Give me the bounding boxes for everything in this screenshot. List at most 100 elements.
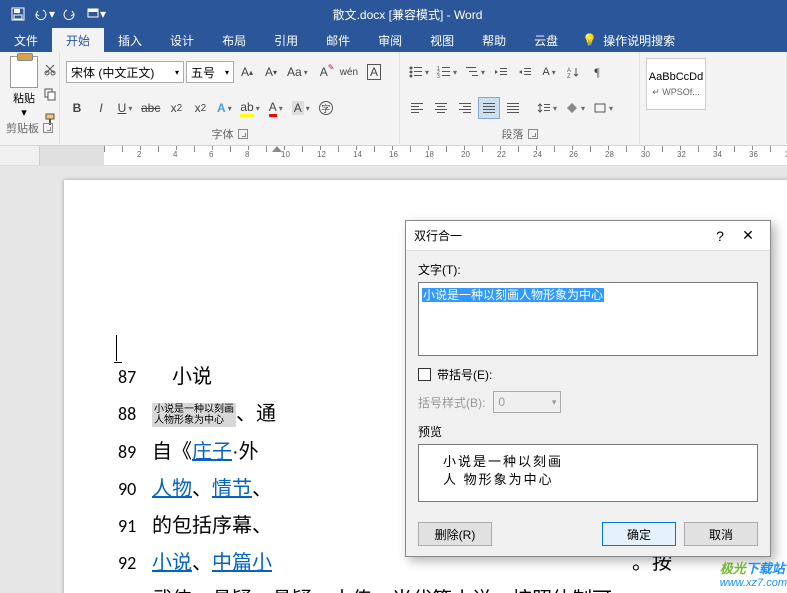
- multilevel-list-button[interactable]: ▾: [462, 61, 488, 83]
- increase-indent-button[interactable]: [514, 61, 536, 83]
- paragraph-launcher[interactable]: [528, 129, 538, 139]
- document-line[interactable]: 93武侠 悬疑 悬疑 古传 当代等小说 按照体制可: [118, 583, 764, 593]
- text-field-label: 文字(T):: [418, 261, 758, 278]
- bold-button[interactable]: B: [66, 97, 88, 119]
- grow-font-button[interactable]: A▴: [236, 61, 258, 83]
- numbering-button[interactable]: 123▾: [434, 61, 460, 83]
- clipboard-icon: [10, 56, 38, 88]
- undo-button[interactable]: ▾: [32, 2, 56, 26]
- tab-layout[interactable]: 布局: [208, 28, 260, 52]
- align-right-button[interactable]: [454, 97, 476, 119]
- ribbon: 粘贴 ▾ 剪贴板 宋体 (中文正文)▾ 五号▾ A▴ A▾ Aa▾ A✎ wén…: [0, 52, 787, 146]
- tab-file[interactable]: 文件: [0, 28, 52, 52]
- dialog-help-button[interactable]: ?: [706, 225, 734, 247]
- text-input[interactable]: 小说是一种以刻画人物形象为中心: [418, 282, 758, 356]
- cut-button[interactable]: [40, 58, 60, 80]
- show-marks-button[interactable]: ¶: [586, 61, 608, 83]
- qat-customize-button[interactable]: ▾: [84, 2, 108, 26]
- copy-button[interactable]: [40, 83, 60, 105]
- group-paragraph-label: 段落: [502, 126, 524, 142]
- cursor-position-marker: [116, 335, 117, 361]
- text-effects-button[interactable]: A▾: [213, 97, 235, 119]
- group-paragraph: ▾ 123▾ ▾ A▾ AZ ¶ ▾ ▾ ▾ 段落: [400, 52, 640, 144]
- align-left-button[interactable]: [406, 97, 428, 119]
- style-sample-text: AaBbCcDd: [649, 71, 703, 83]
- line-content[interactable]: 小说: [152, 360, 212, 389]
- clipboard-launcher[interactable]: [43, 123, 53, 133]
- tell-me-label: 操作说明搜索: [603, 32, 675, 49]
- preview-line1: 小说是一种以刻画: [443, 453, 733, 471]
- line-number: 91: [118, 515, 152, 537]
- tell-me-search[interactable]: 💡 操作说明搜索: [572, 28, 685, 52]
- highlight-button[interactable]: ab▾: [237, 97, 262, 119]
- shrink-font-button[interactable]: A▾: [260, 61, 282, 83]
- brackets-checkbox[interactable]: [418, 368, 431, 381]
- group-clipboard: 粘贴 ▾ 剪贴板: [0, 52, 60, 144]
- character-border-button[interactable]: A: [363, 61, 385, 83]
- two-line-text[interactable]: 小说是一种以刻画人物形象为中心: [152, 403, 236, 427]
- line-number: 88: [118, 403, 152, 425]
- character-shading-button[interactable]: A▾: [289, 97, 313, 119]
- style-sample[interactable]: AaBbCcDd ↵ WPSOf...: [646, 58, 706, 110]
- italic-button[interactable]: I: [90, 97, 112, 119]
- font-name-combo[interactable]: 宋体 (中文正文)▾: [66, 61, 184, 83]
- ribbon-tabs: 文件 开始 插入 设计 布局 引用 邮件 审阅 视图 帮助 云盘 💡 操作说明搜…: [0, 28, 787, 52]
- align-justify-button[interactable]: [478, 97, 500, 119]
- line-spacing-button[interactable]: ▾: [534, 97, 560, 119]
- underline-button[interactable]: U▾: [114, 97, 136, 119]
- tab-review[interactable]: 审阅: [364, 28, 416, 52]
- sort-button[interactable]: AZ: [562, 61, 584, 83]
- group-font-label: 字体: [212, 126, 234, 142]
- strikethrough-button[interactable]: abc: [138, 97, 163, 119]
- brackets-label: 带括号(E):: [437, 366, 492, 383]
- selected-text: 小说是一种以刻画人物形象为中心: [422, 288, 604, 302]
- enclose-characters-button[interactable]: 字: [315, 97, 337, 119]
- subscript-button[interactable]: x2: [165, 97, 187, 119]
- tab-cloud[interactable]: 云盘: [520, 28, 572, 52]
- line-number: 92: [118, 552, 152, 574]
- two-lines-in-one-dialog: 双行合一 ? ✕ 文字(T): 小说是一种以刻画人物形象为中心 带括号(E): …: [405, 220, 771, 557]
- paste-label: 粘贴: [13, 90, 35, 106]
- group-styles: AaBbCcDd ↵ WPSOf...: [640, 52, 787, 144]
- superscript-button[interactable]: x2: [189, 97, 211, 119]
- font-color-button[interactable]: A▾: [265, 97, 287, 119]
- font-size-combo[interactable]: 五号▾: [186, 61, 234, 83]
- save-button[interactable]: [6, 2, 30, 26]
- clear-format-button[interactable]: A✎: [313, 61, 335, 83]
- tab-design[interactable]: 设计: [156, 28, 208, 52]
- phonetic-guide-button[interactable]: wén: [337, 61, 361, 83]
- delete-button[interactable]: 删除(R): [418, 522, 492, 546]
- line-number: 90: [118, 478, 152, 500]
- asian-layout-button[interactable]: A▾: [538, 61, 560, 83]
- decrease-indent-button[interactable]: [490, 61, 512, 83]
- align-center-button[interactable]: [430, 97, 452, 119]
- preview-box: 小说是一种以刻画 人 物形象为中心: [418, 444, 758, 502]
- dialog-close-button[interactable]: ✕: [734, 225, 762, 247]
- line-content[interactable]: 武侠 悬疑 悬疑 古传 当代等小说 按照体制可: [152, 583, 612, 593]
- tab-home[interactable]: 开始: [52, 28, 104, 52]
- group-font: 宋体 (中文正文)▾ 五号▾ A▴ A▾ Aa▾ A✎ wén A B I U▾…: [60, 52, 400, 144]
- bullets-button[interactable]: ▾: [406, 61, 432, 83]
- tab-view[interactable]: 视图: [416, 28, 468, 52]
- redo-button[interactable]: [58, 2, 82, 26]
- cancel-button[interactable]: 取消: [684, 522, 758, 546]
- horizontal-ruler[interactable]: 2468101214161820222426283032343638: [40, 146, 787, 165]
- style-sample-name: ↵ WPSOf...: [652, 87, 700, 98]
- tab-insert[interactable]: 插入: [104, 28, 156, 52]
- bracket-style-label: 括号样式(B):: [418, 394, 485, 411]
- line-number: 89: [118, 441, 152, 463]
- change-case-button[interactable]: Aa▾: [284, 61, 311, 83]
- tab-mailings[interactable]: 邮件: [312, 28, 364, 52]
- borders-button[interactable]: ▾: [590, 97, 616, 119]
- align-distributed-button[interactable]: [502, 97, 524, 119]
- font-launcher[interactable]: [238, 129, 248, 139]
- tab-help[interactable]: 帮助: [468, 28, 520, 52]
- tab-references[interactable]: 引用: [260, 28, 312, 52]
- title-bar: ▾ ▾ 散文.docx [兼容模式] - Word: [0, 0, 787, 28]
- shading-button[interactable]: ▾: [562, 97, 588, 119]
- dialog-titlebar[interactable]: 双行合一 ? ✕: [406, 221, 770, 251]
- ok-button[interactable]: 确定: [602, 522, 676, 546]
- ruler: 2468101214161820222426283032343638: [0, 146, 787, 166]
- paste-button[interactable]: 粘贴 ▾: [6, 54, 42, 120]
- vertical-ruler[interactable]: [0, 166, 40, 593]
